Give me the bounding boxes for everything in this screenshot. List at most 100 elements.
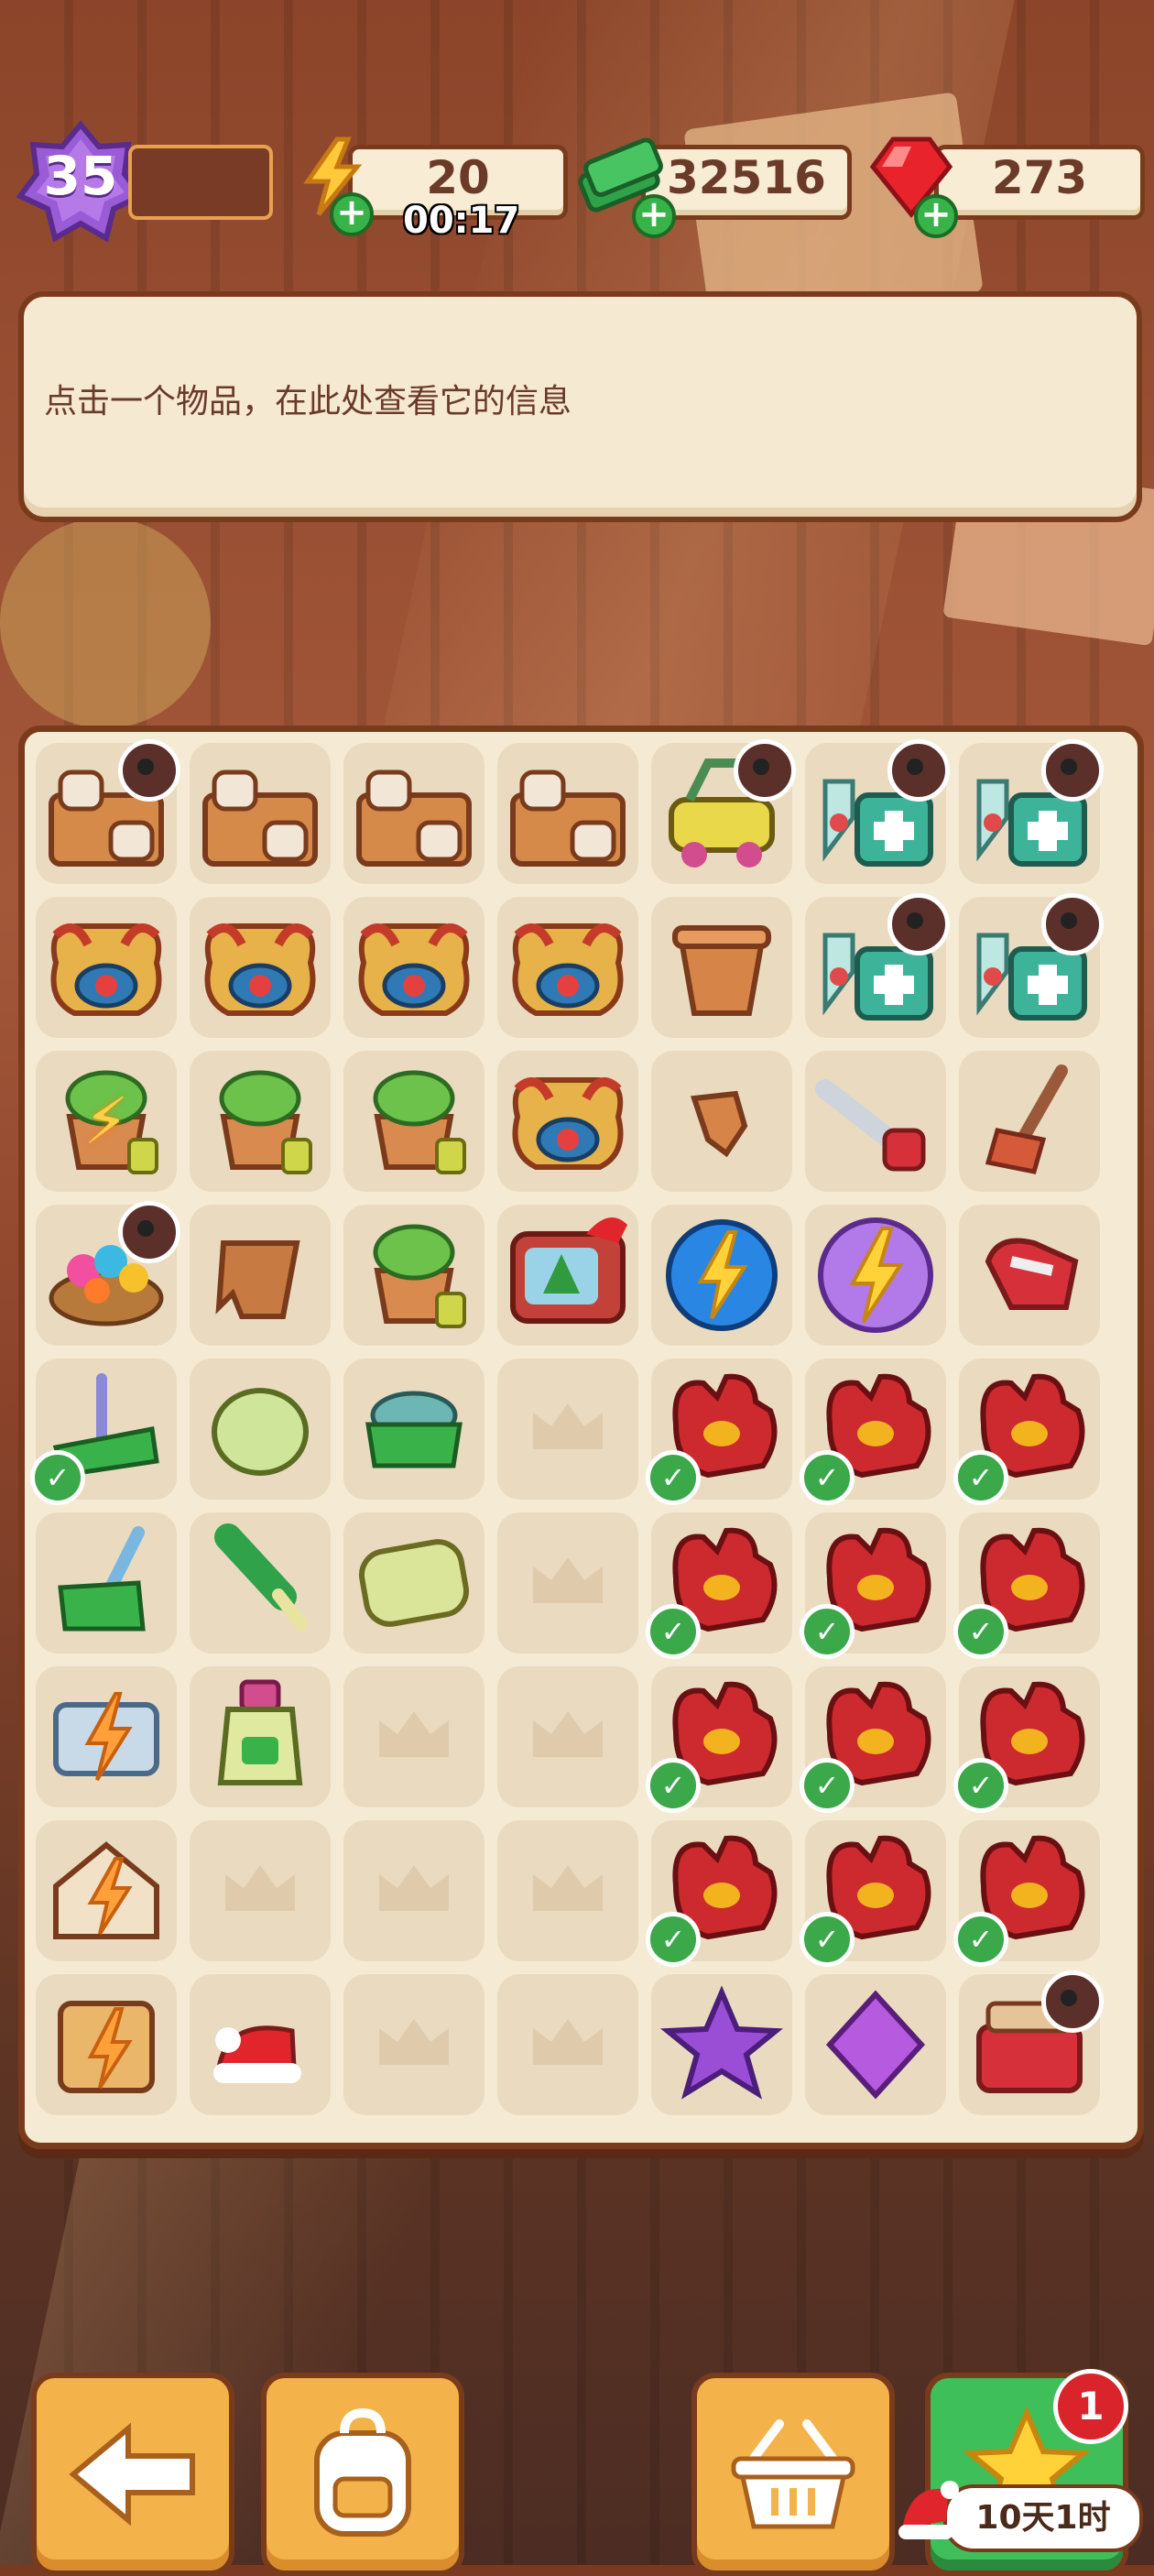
board-cell[interactable] <box>343 1051 484 1192</box>
board-cell[interactable] <box>805 1051 946 1192</box>
board-cell[interactable]: ✓ <box>800 1820 946 1967</box>
board-cell[interactable] <box>959 1970 1104 2115</box>
board-cell[interactable] <box>343 743 484 884</box>
energy-house-icon[interactable] <box>38 1822 175 1959</box>
board-cell[interactable]: ✓ <box>953 1666 1100 1813</box>
board-cell[interactable] <box>190 897 331 1038</box>
board-cell[interactable] <box>959 893 1104 1038</box>
plant-pot-icon[interactable] <box>191 1053 329 1190</box>
board-cell[interactable] <box>959 1205 1100 1346</box>
crate-pottery-icon[interactable] <box>345 745 483 882</box>
cash-plus-icon[interactable]: + <box>632 194 676 238</box>
board-cell[interactable] <box>805 893 950 1038</box>
board-cell[interactable] <box>959 739 1104 884</box>
crate-pottery-icon[interactable] <box>191 745 329 882</box>
clay-pot-icon[interactable] <box>653 899 790 1036</box>
board-cell[interactable] <box>805 739 950 884</box>
dragon-vase-icon[interactable] <box>499 1053 637 1190</box>
energy-crate-icon[interactable] <box>38 1976 175 2113</box>
board-cell[interactable]: ⚡ <box>36 1051 177 1192</box>
board-cell[interactable]: ✓ <box>646 1820 792 1967</box>
board-cell[interactable] <box>497 1974 638 2115</box>
board-cell[interactable] <box>497 1820 638 1961</box>
scrub-brush-icon[interactable] <box>345 1360 483 1498</box>
energy-plus-icon[interactable]: + <box>330 192 374 236</box>
board-cell[interactable] <box>343 1359 484 1500</box>
board-cell[interactable]: ✓ <box>646 1359 792 1505</box>
dragon-vase-icon[interactable] <box>38 899 175 1036</box>
hand-saw-icon[interactable] <box>807 1053 944 1190</box>
plant-pot-icon[interactable]: ⚡ <box>38 1053 175 1190</box>
energy-orb-blue-icon[interactable] <box>653 1206 790 1344</box>
broom-icon[interactable] <box>961 1053 1098 1190</box>
glove-small-icon[interactable] <box>961 1206 1098 1344</box>
board-cell[interactable] <box>36 1974 177 2115</box>
pot-shard-icon[interactable] <box>653 1053 790 1190</box>
board-cell[interactable] <box>497 1512 638 1654</box>
board-cell[interactable]: ✓ <box>953 1820 1100 1967</box>
christmas-tv-icon[interactable] <box>499 1206 637 1344</box>
board-cell[interactable] <box>190 743 331 884</box>
board-cell[interactable] <box>651 1974 792 2115</box>
back-button[interactable] <box>31 2373 234 2576</box>
board-cell[interactable] <box>497 1666 638 1807</box>
board-cell[interactable] <box>36 1666 177 1807</box>
board-cell[interactable] <box>651 897 792 1038</box>
broken-pot-icon[interactable] <box>191 1206 329 1344</box>
board-cell[interactable] <box>343 1666 484 1807</box>
shop-basket-button[interactable] <box>691 2373 895 2576</box>
board-cell[interactable] <box>651 1205 792 1346</box>
board-cell[interactable] <box>497 743 638 884</box>
board-cell[interactable] <box>805 1974 946 2115</box>
dragon-vase-icon[interactable] <box>191 899 329 1036</box>
purple-gem-icon[interactable] <box>807 1976 944 2113</box>
gem-plus-icon[interactable]: + <box>914 194 958 238</box>
board-cell[interactable] <box>343 1974 484 2115</box>
crate-pottery-icon[interactable] <box>499 745 637 882</box>
board-cell[interactable] <box>343 1512 484 1654</box>
board-cell[interactable] <box>36 897 177 1038</box>
board-cell[interactable]: ✓ <box>800 1666 946 1813</box>
board-cell[interactable]: ✓ <box>646 1512 792 1659</box>
board-cell[interactable] <box>190 1820 331 1961</box>
board-cell[interactable] <box>190 1051 331 1192</box>
board-cell[interactable] <box>343 1820 484 1961</box>
board-cell[interactable] <box>959 1051 1100 1192</box>
purple-star-icon[interactable] <box>653 1976 790 2113</box>
board-cell[interactable] <box>190 1359 331 1500</box>
shanghai-soap-icon[interactable] <box>345 1514 483 1652</box>
board-cell[interactable] <box>36 1512 177 1654</box>
santa-hat-icon[interactable] <box>191 1976 329 2113</box>
board-cell[interactable] <box>190 1512 331 1654</box>
board-cell[interactable] <box>497 1205 638 1346</box>
board-cell[interactable] <box>190 1974 331 2115</box>
board-cell[interactable] <box>36 739 180 884</box>
board-cell[interactable] <box>805 1205 946 1346</box>
board-cell[interactable]: ✓ <box>30 1359 177 1505</box>
plant-pot-icon[interactable] <box>345 1206 483 1344</box>
board-cell[interactable] <box>343 897 484 1038</box>
plant-pot-icon[interactable] <box>345 1053 483 1190</box>
board-cell[interactable]: ✓ <box>646 1666 792 1813</box>
energy-orb-purple-icon[interactable] <box>807 1206 944 1344</box>
board-cell[interactable] <box>190 1205 331 1346</box>
dustpan-icon[interactable] <box>38 1514 175 1652</box>
energy-case-icon[interactable] <box>38 1668 175 1806</box>
board-cell[interactable] <box>651 739 796 884</box>
board-cell[interactable] <box>343 1205 484 1346</box>
board-cell[interactable] <box>651 1051 792 1192</box>
soap-bar-icon[interactable] <box>191 1360 329 1498</box>
board-cell[interactable] <box>497 1051 638 1192</box>
board-cell[interactable]: ✓ <box>800 1512 946 1659</box>
board-cell[interactable]: ✓ <box>953 1359 1100 1505</box>
dragon-vase-icon[interactable] <box>499 899 637 1036</box>
board-cell[interactable] <box>497 897 638 1038</box>
board-cell[interactable]: ✓ <box>953 1512 1100 1659</box>
board-cell[interactable]: ✓ <box>800 1359 946 1505</box>
dragon-vase-icon[interactable] <box>345 899 483 1036</box>
board-cell[interactable] <box>36 1820 177 1961</box>
backpack-button[interactable] <box>261 2373 464 2576</box>
board-cell[interactable] <box>190 1666 331 1807</box>
board-cell[interactable] <box>497 1359 638 1500</box>
board-cell[interactable] <box>36 1201 180 1346</box>
